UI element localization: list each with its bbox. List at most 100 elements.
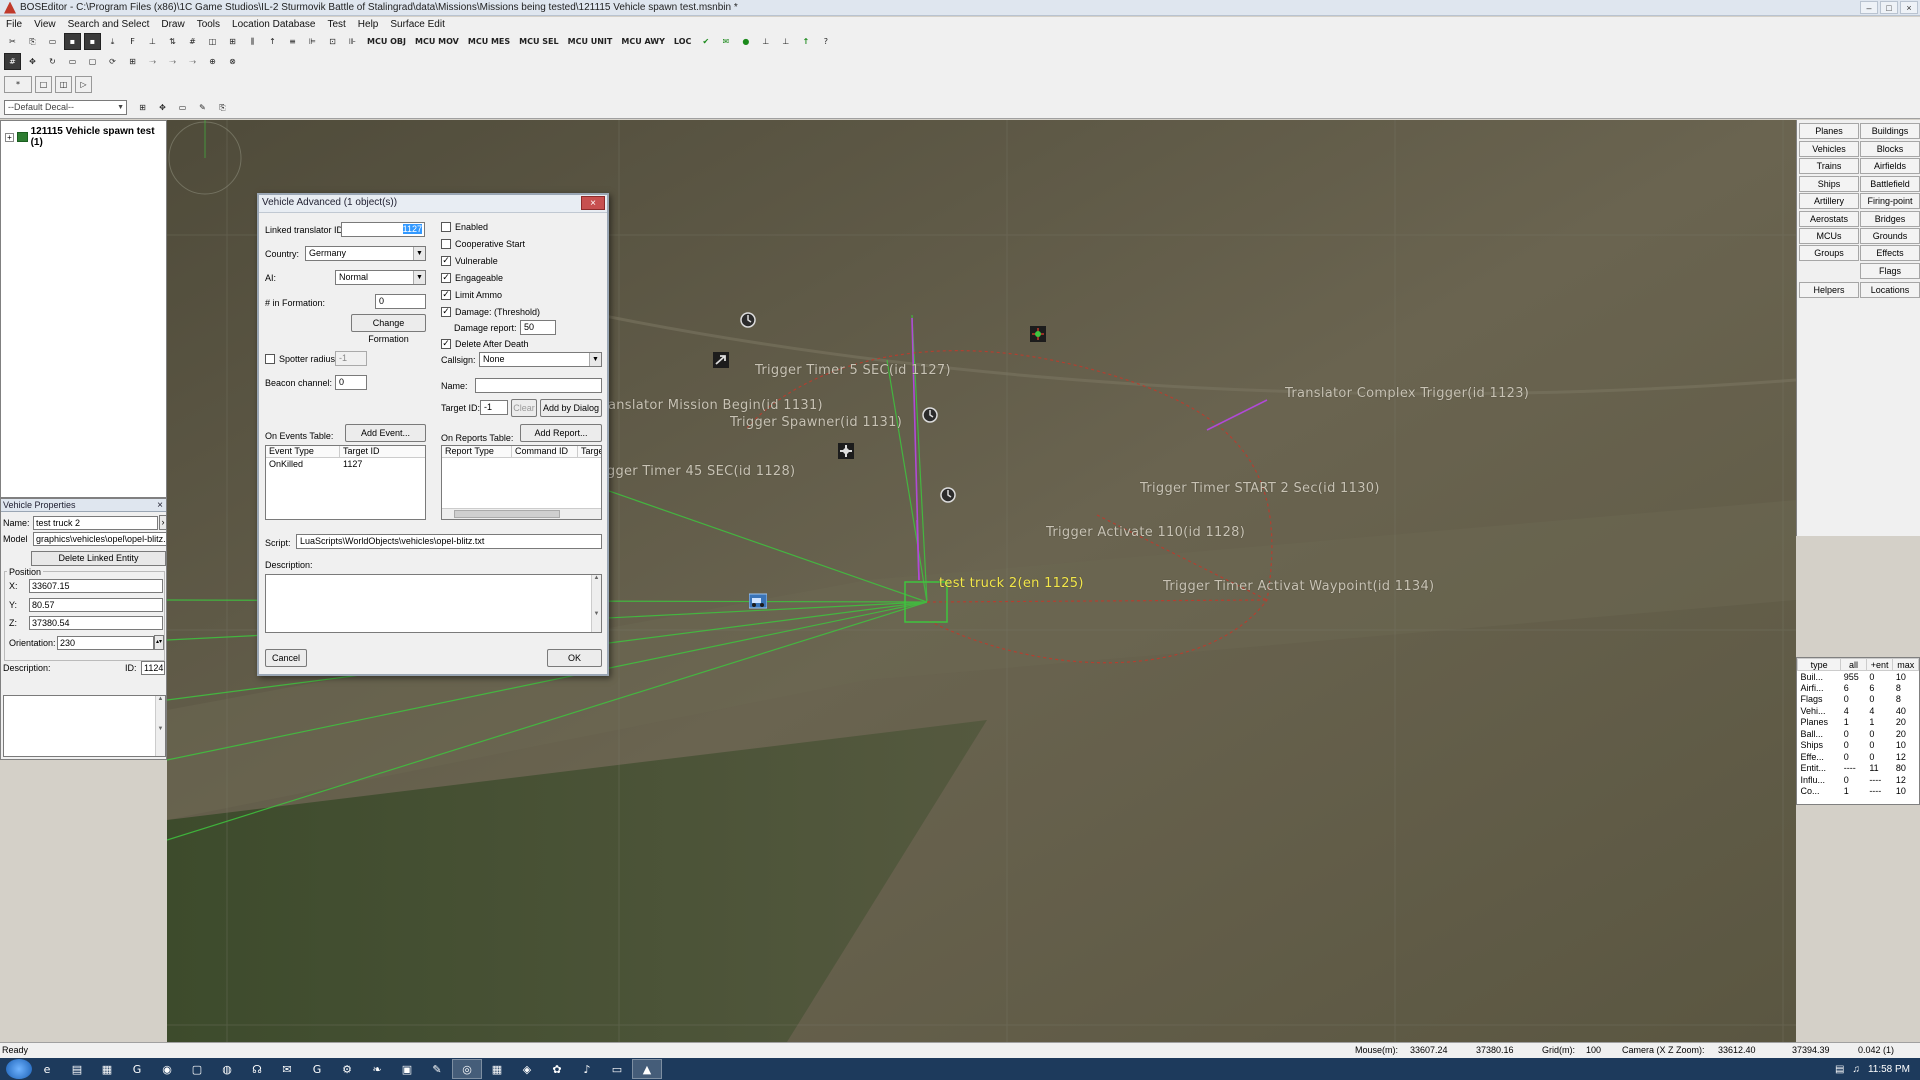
menu-test[interactable]: Test bbox=[327, 19, 345, 30]
delete-after-death-checkbox-box[interactable]: ✓ bbox=[441, 339, 451, 349]
copy-icon[interactable]: ⎘ bbox=[24, 33, 41, 50]
app-paint-icon[interactable]: ✿ bbox=[542, 1059, 572, 1079]
rotate-icon[interactable]: ↻ bbox=[44, 53, 61, 70]
category-ships[interactable]: Ships bbox=[1799, 176, 1859, 192]
spawner-icon[interactable] bbox=[712, 351, 730, 369]
add-by-dialog-button[interactable]: Add by Dialog bbox=[540, 399, 602, 417]
explorer-icon[interactable]: ▤ bbox=[62, 1059, 92, 1079]
link-target-icon[interactable]: ⤑ bbox=[184, 53, 201, 70]
category-grounds[interactable]: Grounds bbox=[1860, 228, 1920, 244]
loc-button[interactable]: LOC bbox=[671, 33, 694, 50]
damage-threshold-checkbox[interactable]: ✓ Damage: (Threshold) bbox=[441, 307, 540, 317]
description-textarea[interactable]: ▲ ▼ bbox=[3, 695, 166, 757]
category-airfields[interactable]: Airfields bbox=[1860, 158, 1920, 174]
menu-surface-edit[interactable]: Surface Edit bbox=[390, 19, 444, 30]
formation-field[interactable]: 0 bbox=[375, 294, 426, 309]
coop-start-checkbox[interactable]: Cooperative Start bbox=[441, 239, 525, 249]
boseditor-task-icon[interactable]: ▲ bbox=[632, 1059, 662, 1079]
chrome-icon[interactable]: ◎ bbox=[452, 1059, 482, 1079]
scale-icon[interactable]: ⊥ bbox=[777, 33, 794, 50]
category-trains[interactable]: Trains bbox=[1799, 158, 1859, 174]
mcu-mov-button[interactable]: MCU MOV bbox=[412, 33, 462, 50]
category-blocks[interactable]: Blocks bbox=[1860, 141, 1920, 157]
spotter-checkbox-box[interactable] bbox=[265, 354, 275, 364]
damage-threshold-checkbox-box[interactable]: ✓ bbox=[441, 307, 451, 317]
spotter-checkbox[interactable]: Spotter radius: bbox=[265, 354, 338, 364]
category-planes[interactable]: Planes bbox=[1799, 123, 1859, 139]
z-field[interactable]: 37380.54 bbox=[29, 616, 163, 630]
category-buildings[interactable]: Buildings bbox=[1860, 123, 1920, 139]
category-locations[interactable]: Locations bbox=[1860, 282, 1920, 298]
mcu-unit-button[interactable]: MCU UNIT bbox=[565, 33, 616, 50]
mail-icon[interactable]: ✉ bbox=[717, 33, 734, 50]
decal-rect-icon[interactable]: ▭ bbox=[174, 99, 191, 116]
menu-help[interactable]: Help bbox=[358, 19, 379, 30]
zoom-box-icon[interactable]: ⊞ bbox=[124, 53, 141, 70]
plane-icon[interactable]: ⊥ bbox=[757, 33, 774, 50]
app-headset-icon[interactable]: ☊ bbox=[242, 1059, 272, 1079]
callsign-name-field[interactable] bbox=[475, 378, 602, 393]
category-mcus[interactable]: MCUs bbox=[1799, 228, 1859, 244]
event-row-target[interactable]: 1127 bbox=[340, 459, 362, 469]
app-window-icon[interactable]: ▢ bbox=[182, 1059, 212, 1079]
x-field[interactable]: 33607.15 bbox=[29, 579, 163, 593]
menu-draw[interactable]: Draw bbox=[161, 19, 184, 30]
tray-network-icon[interactable]: ▤ bbox=[1835, 1064, 1844, 1075]
name-field[interactable]: test truck 2 bbox=[33, 515, 158, 530]
distribute-icon[interactable]: ⊪ bbox=[344, 33, 361, 50]
delete-linked-entity-button[interactable]: Delete Linked Entity bbox=[31, 551, 166, 566]
chart-icon[interactable]: ⫼ bbox=[244, 33, 261, 50]
description-scrollbar[interactable]: ▲ ▼ bbox=[155, 696, 165, 756]
ok-button[interactable]: OK bbox=[547, 649, 602, 667]
spotter-field[interactable]: -1 bbox=[335, 351, 367, 366]
app-g2-icon[interactable]: G bbox=[302, 1059, 332, 1079]
decal-grid-icon[interactable]: ⊞ bbox=[134, 99, 151, 116]
category-helpers[interactable]: Helpers bbox=[1799, 282, 1859, 298]
maximize-button[interactable]: □ bbox=[1880, 1, 1898, 14]
refresh-icon[interactable]: ⟳ bbox=[104, 53, 121, 70]
category-flags[interactable]: Flags bbox=[1860, 263, 1920, 279]
frame-select-icon[interactable]: ▢ bbox=[84, 53, 101, 70]
import-icon[interactable]: ⤓ bbox=[104, 33, 121, 50]
link-icon[interactable]: ⤑ bbox=[144, 53, 161, 70]
menu-search-select[interactable]: Search and Select bbox=[68, 19, 150, 30]
y-field[interactable]: 80.57 bbox=[29, 598, 163, 612]
description-textarea-dialog[interactable]: ▲ ▼ bbox=[265, 574, 602, 633]
category-artillery[interactable]: Artillery bbox=[1799, 193, 1859, 209]
orientation-spinner[interactable]: ▴▾ bbox=[154, 635, 164, 650]
group-icon[interactable]: ⊕ bbox=[204, 53, 221, 70]
mcu-sel-button[interactable]: MCU SEL bbox=[516, 33, 561, 50]
view-option-1[interactable]: □ bbox=[35, 76, 52, 93]
view-option-3[interactable]: ▷ bbox=[75, 76, 92, 93]
menu-file[interactable]: File bbox=[6, 19, 22, 30]
pointer-icon[interactable]: ↑ bbox=[264, 33, 281, 50]
layers-icon[interactable]: ≡ bbox=[284, 33, 301, 50]
ie-icon[interactable]: e bbox=[32, 1059, 62, 1079]
clear-target-button[interactable]: Clear bbox=[511, 399, 537, 417]
sort-icon[interactable]: ⇅ bbox=[164, 33, 181, 50]
steam-icon[interactable]: ⚙ bbox=[332, 1059, 362, 1079]
category-vehicles[interactable]: Vehicles bbox=[1799, 141, 1859, 157]
app-mail-icon[interactable]: ✉ bbox=[272, 1059, 302, 1079]
country-select[interactable]: Germany bbox=[305, 246, 426, 261]
checkmark-icon[interactable]: ✔ bbox=[697, 33, 714, 50]
decal-move-icon[interactable]: ✥ bbox=[154, 99, 171, 116]
app-leaf-icon[interactable]: ❧ bbox=[362, 1059, 392, 1079]
name-expand-button[interactable]: › bbox=[159, 515, 167, 530]
category-effects[interactable]: Effects bbox=[1860, 245, 1920, 261]
tree-root[interactable]: + 121115 Vehicle spawn test (1) bbox=[5, 126, 166, 148]
linked-translator-field[interactable]: 1127 bbox=[341, 222, 425, 237]
category-battlefield[interactable]: Battlefield bbox=[1860, 176, 1920, 192]
script-field[interactable]: LuaScripts\WorldObjects\vehicles\opel-bl… bbox=[296, 534, 602, 549]
view-option-2[interactable]: ◫ bbox=[55, 76, 72, 93]
paste-icon[interactable]: ▭ bbox=[44, 33, 61, 50]
timer-waypoint-icon[interactable] bbox=[939, 486, 957, 504]
minimize-button[interactable]: – bbox=[1860, 1, 1878, 14]
description-scrollbar-dialog[interactable]: ▲ ▼ bbox=[591, 575, 601, 632]
reports-hscroll[interactable] bbox=[442, 508, 601, 519]
app-doc-icon[interactable]: ▣ bbox=[392, 1059, 422, 1079]
beacon-field[interactable]: 0 bbox=[335, 375, 367, 390]
terrain-icon[interactable]: ⊥ bbox=[144, 33, 161, 50]
open-icon[interactable]: ▪ bbox=[84, 33, 101, 50]
category-firing-point[interactable]: Firing-point bbox=[1860, 193, 1920, 209]
